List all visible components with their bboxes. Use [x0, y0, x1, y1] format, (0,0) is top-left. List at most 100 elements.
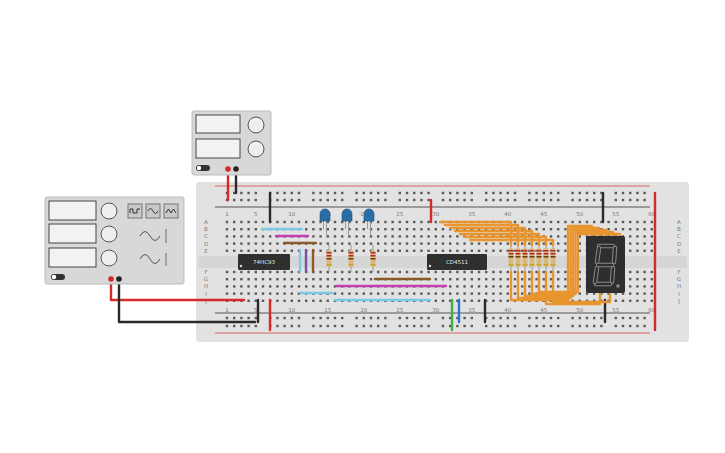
- resistor[interactable]: [327, 245, 332, 272]
- row-label: I: [678, 291, 680, 297]
- ic-chip[interactable]: CD4511: [427, 254, 487, 270]
- resistor[interactable]: [371, 245, 376, 272]
- voltage-knob[interactable]: [248, 117, 264, 133]
- waveform-button[interactable]: [146, 204, 160, 218]
- led[interactable]: [342, 209, 352, 236]
- function-generator[interactable]: [45, 197, 184, 284]
- resistor[interactable]: [523, 243, 528, 272]
- row-label: G: [677, 276, 681, 282]
- jumper-wire[interactable]: [284, 242, 316, 244]
- rail-line: [215, 207, 650, 208]
- resistor[interactable]: [537, 243, 542, 272]
- jumper-wire[interactable]: [262, 228, 302, 230]
- column-label: 45: [540, 307, 547, 313]
- jumper-wire[interactable]: [269, 193, 271, 222]
- generator-knob[interactable]: [101, 250, 117, 266]
- waveform-icon: [148, 209, 158, 214]
- row-label: F: [204, 269, 207, 275]
- jumper-wire[interactable]: [604, 300, 606, 322]
- jumper-wire[interactable]: [470, 240, 553, 245]
- row-label: D: [677, 241, 681, 247]
- row-label: C: [204, 233, 208, 239]
- jumper-wire[interactable]: [335, 299, 430, 301]
- amplitude-icon: [140, 232, 160, 241]
- breadboard[interactable]: [196, 182, 689, 342]
- column-label: 10: [288, 211, 295, 217]
- generator-knob[interactable]: [101, 226, 117, 242]
- waveform-button[interactable]: [128, 204, 142, 218]
- jumper-wire[interactable]: [511, 226, 592, 300]
- jumper-wire[interactable]: [430, 200, 432, 222]
- positive-terminal[interactable]: [225, 166, 231, 172]
- negative-terminal[interactable]: [233, 166, 239, 172]
- jumper-wire[interactable]: [269, 300, 271, 330]
- led[interactable]: [364, 209, 374, 236]
- jumper-wire[interactable]: [119, 280, 255, 322]
- row-label: F: [677, 269, 680, 275]
- row-label: G: [204, 276, 208, 282]
- resistor[interactable]: [509, 243, 514, 272]
- generator-display: [49, 224, 96, 243]
- row-label: D: [204, 241, 208, 247]
- display-segment: [597, 248, 599, 262]
- column-label: 20: [360, 307, 367, 313]
- resistor[interactable]: [544, 243, 549, 272]
- jumper-wire[interactable]: [458, 300, 460, 322]
- circuit-canvas: 1155101015152020252530303535404045455050…: [0, 0, 725, 453]
- seven-segment-display[interactable]: [586, 236, 625, 293]
- rail-line: [215, 333, 650, 334]
- circuit-diagram: 1155101015152020252530303535404045455050…: [0, 0, 725, 453]
- row-label: A: [677, 219, 681, 225]
- column-label: 30: [432, 211, 439, 217]
- svg-text:CD4511: CD4511: [446, 259, 468, 265]
- column-labels: 1155101015152020252530303535404045455050…: [225, 211, 656, 313]
- resistor[interactable]: [349, 245, 354, 272]
- generator-knob[interactable]: [101, 203, 117, 219]
- display-segment: [598, 263, 612, 268]
- current-knob[interactable]: [248, 141, 264, 157]
- jumper-wire[interactable]: [276, 235, 308, 237]
- power-supply[interactable]: [192, 111, 271, 175]
- column-label: 15: [324, 307, 331, 313]
- breadboard-holes: [226, 192, 653, 327]
- led[interactable]: [320, 209, 330, 236]
- resistor[interactable]: [551, 243, 556, 272]
- row-label: H: [204, 283, 208, 289]
- jumper-wire[interactable]: [257, 300, 259, 322]
- row-label: B: [677, 226, 681, 232]
- column-label: 5: [254, 211, 258, 217]
- resistor[interactable]: [530, 243, 535, 272]
- generator-switch[interactable]: [51, 274, 65, 280]
- waveform-button[interactable]: [164, 204, 178, 218]
- jumper-wire[interactable]: [375, 278, 430, 280]
- jumper-wire[interactable]: [451, 300, 453, 330]
- column-label: 40: [504, 211, 511, 217]
- column-label: 50: [576, 307, 583, 313]
- jumper-wire[interactable]: [300, 292, 332, 294]
- column-label: 35: [468, 307, 475, 313]
- waveform-icon: [166, 209, 176, 213]
- jumper-wire[interactable]: [305, 250, 307, 272]
- waveform-icon: [130, 209, 140, 213]
- jumper-wire[interactable]: [336, 285, 446, 287]
- jumper-wire[interactable]: [654, 193, 656, 330]
- jumper-wire[interactable]: [312, 250, 314, 272]
- ic-chip[interactable]: 74HC93: [238, 254, 290, 270]
- row-label: H: [677, 283, 681, 289]
- row-label: C: [677, 233, 681, 239]
- svg-text:74HC93: 74HC93: [253, 259, 275, 265]
- display-segment: [596, 282, 610, 287]
- row-labels: AABBCCDDEEFFGGHHIIJJ: [204, 219, 681, 305]
- jumper-wire[interactable]: [299, 250, 301, 272]
- column-label: 30: [432, 307, 439, 313]
- positive-terminal[interactable]: [108, 276, 114, 282]
- resistor[interactable]: [516, 243, 521, 272]
- jumper-wire[interactable]: [602, 193, 604, 222]
- column-label: 1: [225, 211, 229, 217]
- row-label: J: [677, 298, 680, 305]
- power-switch[interactable]: [196, 165, 210, 171]
- jumper-wire[interactable]: [484, 300, 486, 322]
- column-label: 55: [612, 211, 619, 217]
- negative-terminal[interactable]: [116, 276, 122, 282]
- generator-display: [49, 248, 96, 267]
